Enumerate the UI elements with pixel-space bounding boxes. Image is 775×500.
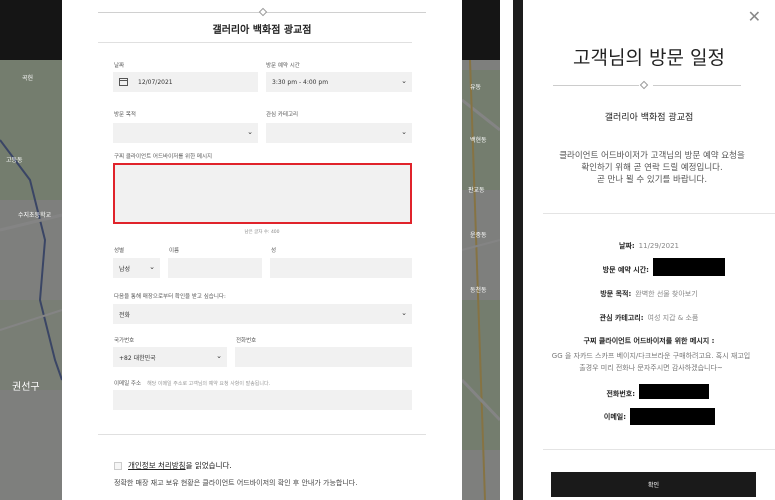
redacted-phone — [639, 384, 709, 399]
purpose-value: 완벽한 선물 찾아보기 — [635, 290, 698, 298]
category-label: 관심 카테고리 — [266, 112, 299, 118]
privacy-checkbox[interactable] — [114, 461, 122, 470]
map-label: 유동 — [470, 84, 482, 91]
email-row: 이메일: — [523, 412, 626, 422]
time-select[interactable]: 3:30 pm - 4:00 pm ⌄ — [266, 72, 412, 92]
chevron-down-icon: ⌄ — [401, 309, 407, 317]
description-line: 곧 만나 뵐 수 있기를 바랍니다. — [596, 175, 708, 185]
calendar-icon — [119, 78, 128, 86]
message-line: GG 을 자카드 스카프 베이지/다크브라운 구매하려고요. 혹시 재고입 — [551, 352, 751, 360]
map-label: 동천동 — [470, 287, 487, 294]
map-label: 고등동 — [6, 157, 23, 164]
booking-form-screenshot: 곡헌 유동 백현동 고등동 판교동 수지초등학교 운중동 동천동 권선구 갤러리… — [0, 0, 500, 500]
redacted-time — [653, 258, 725, 276]
divider — [543, 213, 775, 214]
diamond-ornament-icon — [639, 80, 649, 90]
contact-method-value: 전화 — [119, 311, 131, 319]
map-label: 판교동 — [468, 187, 485, 194]
chevron-down-icon: ⌄ — [149, 263, 155, 271]
purpose-label: 방문 목적 — [114, 112, 136, 118]
booking-form-modal: 갤러리아 백화점 광교점 날짜 12/07/2021 방문 예약 시간 3:30… — [62, 0, 462, 500]
time-value: 3:30 pm - 4:00 pm — [272, 78, 329, 86]
email-hint: 해당 이메일 주소로 고객님의 예약 요청 사항이 발송됩니다. — [147, 381, 271, 387]
phone-key: 전화번호: — [606, 390, 635, 398]
date-row: 날짜: 11/29/2021 — [523, 241, 775, 251]
date-key: 날짜: — [618, 242, 635, 250]
message-label: 구찌 클라이언트 어드바이저를 위한 메시지 — [114, 154, 213, 160]
date-value: 12/07/2021 — [138, 78, 173, 86]
close-icon[interactable]: ✕ — [748, 7, 761, 26]
contact-method-select[interactable]: 전화 ⌄ — [113, 304, 412, 324]
message-textarea[interactable] — [113, 163, 412, 224]
date-value: 11/29/2021 — [638, 242, 680, 250]
map-label: 운중동 — [470, 232, 487, 239]
confirmation-screenshot: ✕ 고객님의 방문 일정 갤러리아 백화점 광교점 클라이언트 어드바이저가 고… — [513, 0, 775, 500]
chevron-down-icon: ⌄ — [247, 128, 253, 136]
message-key: 구찌 클라이언트 어드바이저를 위한 메시지 : — [583, 337, 715, 345]
confirmation-modal: ✕ 고객님의 방문 일정 갤러리아 백화점 광교점 클라이언트 어드바이저가 고… — [523, 0, 775, 500]
category-value: 여성 지갑 & 소품 — [647, 314, 699, 322]
decorative-line — [653, 85, 741, 86]
character-counter: 남은 글자 수: 400 — [244, 230, 280, 235]
message-line: 출경우 미리 전화나 문자주시면 감사하겠습니다~ — [579, 364, 723, 372]
email-label-text: 이메일 주소 — [114, 381, 142, 387]
divider — [543, 449, 775, 450]
title-select[interactable]: 남성 ⌄ — [113, 258, 160, 278]
privacy-consent-text: 을 읽었습니다. — [185, 461, 232, 470]
chevron-down-icon: ⌄ — [216, 352, 222, 360]
confirmation-title: 고객님의 방문 일정 — [573, 47, 725, 69]
category-key: 관심 카테고리: — [599, 314, 644, 322]
title-label: 성별 — [114, 248, 125, 254]
last-name-input[interactable] — [270, 258, 412, 278]
map-label: 백현동 — [470, 137, 487, 144]
store-name: 갤러리아 백화점 광교점 — [604, 113, 694, 123]
divider — [98, 42, 412, 43]
confirmation-description: 클라이언트 어드바이저가 고객님의 방문 예약 요청을 확인하기 위해 곧 연락… — [539, 150, 765, 186]
privacy-consent: 개인정보 처리방침 을 읽었습니다. — [114, 460, 232, 471]
title-value: 남성 — [119, 265, 131, 273]
category-row: 관심 카테고리: 여성 지갑 & 소품 — [523, 313, 775, 323]
first-name-input[interactable] — [168, 258, 262, 278]
country-code-select[interactable]: +82 대한민국 ⌄ — [113, 347, 227, 367]
country-code-value: +82 대한민국 — [119, 354, 156, 362]
purpose-select[interactable]: ⌄ — [113, 123, 258, 143]
map-label: 곡헌 — [22, 75, 34, 82]
purpose-row: 방문 목적: 완벽한 선물 찾아보기 — [523, 289, 775, 299]
contact-method-label: 다음을 통해 매장으로부터 확인을 받고 싶습니다: — [114, 294, 226, 300]
diamond-ornament-icon — [258, 7, 268, 17]
store-title: 갤러리아 백화점 광교점 — [212, 25, 312, 36]
phone-input[interactable] — [235, 347, 412, 367]
email-key: 이메일: — [603, 413, 626, 421]
phone-label: 전화번호 — [236, 338, 257, 344]
email-label: 이메일 주소 해당 이메일 주소로 고객님의 예약 요청 사항이 발송됩니다. — [114, 379, 270, 387]
date-field[interactable]: 12/07/2021 — [113, 72, 258, 92]
time-label: 방문 예약 시간 — [266, 63, 300, 69]
last-name-label: 성 — [271, 248, 277, 254]
divider — [98, 434, 426, 435]
confirm-button[interactable]: 확인 — [551, 472, 756, 497]
redacted-email — [630, 408, 715, 425]
decorative-line — [553, 85, 639, 86]
chevron-down-icon: ⌄ — [401, 128, 407, 136]
time-key: 방문 예약 시간: — [602, 266, 649, 274]
chevron-down-icon: ⌄ — [401, 77, 407, 85]
date-label: 날짜 — [114, 63, 125, 69]
privacy-policy-link[interactable]: 개인정보 처리방침 — [128, 460, 186, 471]
message-body: GG 을 자카드 스카프 베이지/다크브라운 구매하려고요. 혹시 재고입 출경… — [537, 350, 765, 374]
map-district-label: 권선구 — [12, 382, 40, 393]
map-label: 수지초등학교 — [18, 212, 52, 219]
description-line: 확인하기 위해 곧 연락 드릴 예정입니다. — [581, 163, 723, 173]
stock-note: 정확한 매장 재고 보유 현황은 클라이언트 어드바이저의 확인 후 안내가 가… — [114, 479, 358, 487]
background-edge — [513, 0, 523, 500]
purpose-key: 방문 목적: — [600, 290, 632, 298]
phone-row: 전화번호: — [523, 389, 635, 399]
country-code-label: 국가번호 — [114, 338, 135, 344]
time-row: 방문 예약 시간: — [523, 265, 649, 275]
first-name-label: 이름 — [169, 248, 180, 254]
description-line: 클라이언트 어드바이저가 고객님의 방문 예약 요청을 — [559, 151, 745, 161]
category-select[interactable]: ⌄ — [266, 123, 412, 143]
email-input[interactable] — [113, 390, 412, 410]
